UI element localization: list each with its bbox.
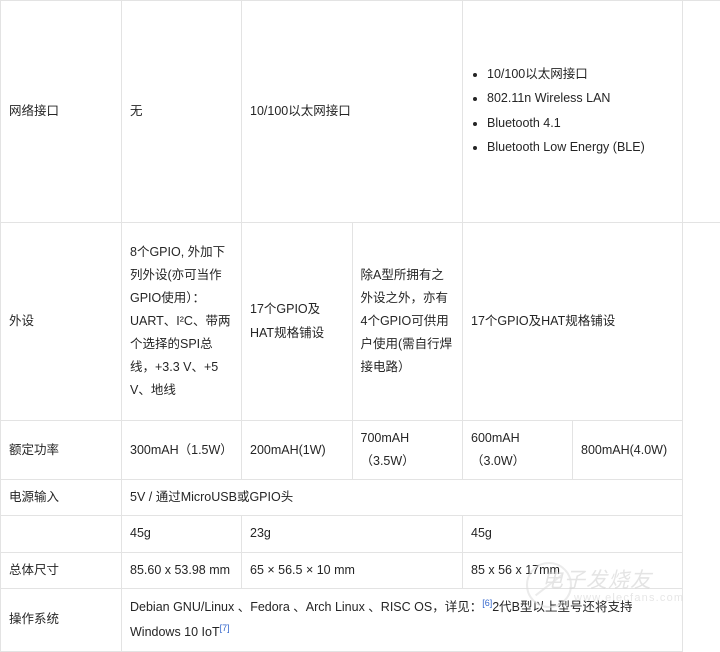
- cell-dimensions-a: 85.60 x 53.98 mm: [122, 552, 242, 588]
- table-row-weight: 45g 23g 45g: [1, 516, 720, 552]
- cell-network-c: 10/100以太网接口 802.11n Wireless LAN Bluetoo…: [463, 1, 683, 223]
- cell-weight-a: 45g: [122, 516, 242, 552]
- table-row-network-interface: 网络接口 无 10/100以太网接口 10/100以太网接口 802.11n W…: [1, 1, 720, 223]
- row-label-dimensions: 总体尺寸: [1, 552, 122, 588]
- list-item: 802.11n Wireless LAN: [487, 87, 674, 110]
- cell-power-b: 200mAH(1W): [242, 421, 353, 480]
- cell-power-e: 800mAH(4.0W): [573, 421, 683, 480]
- cell-weight-b: 23g: [242, 516, 463, 552]
- list-item: Bluetooth 4.1: [487, 112, 674, 135]
- row-label-power-input: 电源输入: [1, 480, 122, 516]
- cell-peripherals-a: 8个GPIO, 外加下列外设(亦可当作GPIO使用）：UART、I²C、带两个选…: [122, 223, 242, 421]
- row-label-power-rating: 额定功率: [1, 421, 122, 480]
- table-row-operating-system: 操作系统 Debian GNU/Linux 、Fedora 、Arch Linu…: [1, 588, 720, 651]
- cell-dimensions-b: 65 × 56.5 × 10 mm: [242, 552, 463, 588]
- footnote-link-7[interactable]: [7]: [220, 622, 230, 632]
- raspberry-pi-spec-table: 网络接口 无 10/100以太网接口 10/100以太网接口 802.11n W…: [0, 0, 720, 652]
- cell-dimensions-c: 85 x 56 x 17mm: [463, 552, 683, 588]
- cell-power-input: 5V / 通过MicroUSB或GPIO头: [122, 480, 683, 516]
- cell-network-b: 10/100以太网接口: [242, 1, 463, 223]
- row-label-network-interface: 网络接口: [1, 1, 122, 223]
- row-label-weight: [1, 516, 122, 552]
- cell-peripherals-b: 17个GPIO及HAT规格铺设: [242, 223, 353, 421]
- table-row-dimensions: 总体尺寸 85.60 x 53.98 mm 65 × 56.5 × 10 mm …: [1, 552, 720, 588]
- list-item: 10/100以太网接口: [487, 63, 674, 86]
- cell-operating-system: Debian GNU/Linux 、Fedora 、Arch Linux 、RI…: [122, 588, 683, 651]
- network-feature-list: 10/100以太网接口 802.11n Wireless LAN Bluetoo…: [471, 63, 674, 159]
- os-text-part1: Debian GNU/Linux 、Fedora 、Arch Linux 、RI…: [130, 600, 482, 614]
- list-item: Bluetooth Low Energy (BLE): [487, 136, 674, 159]
- table-row-power-rating: 额定功率 300mAH（1.5W） 200mAH(1W) 700mAH（3.5W…: [1, 421, 720, 480]
- footnote-link-6[interactable]: [6]: [482, 597, 492, 607]
- cell-power-d: 600mAH（3.0W）: [463, 421, 573, 480]
- cell-weight-c: 45g: [463, 516, 683, 552]
- cell-power-a: 300mAH（1.5W）: [122, 421, 242, 480]
- cell-peripherals-c: 除A型所拥有之外设之外，亦有4个GPIO可供用户使用(需自行焊接电路）: [352, 223, 463, 421]
- table-row-peripherals: 外设 8个GPIO, 外加下列外设(亦可当作GPIO使用）：UART、I²C、带…: [1, 223, 720, 421]
- cell-network-a: 无: [122, 1, 242, 223]
- cell-peripherals-d: 17个GPIO及HAT规格铺设: [463, 223, 683, 421]
- table-row-power-input: 电源输入 5V / 通过MicroUSB或GPIO头: [1, 480, 720, 516]
- cell-network-spacer: [683, 1, 720, 223]
- row-label-peripherals: 外设: [1, 223, 122, 421]
- cell-power-c: 700mAH（3.5W）: [352, 421, 463, 480]
- row-label-operating-system: 操作系统: [1, 588, 122, 651]
